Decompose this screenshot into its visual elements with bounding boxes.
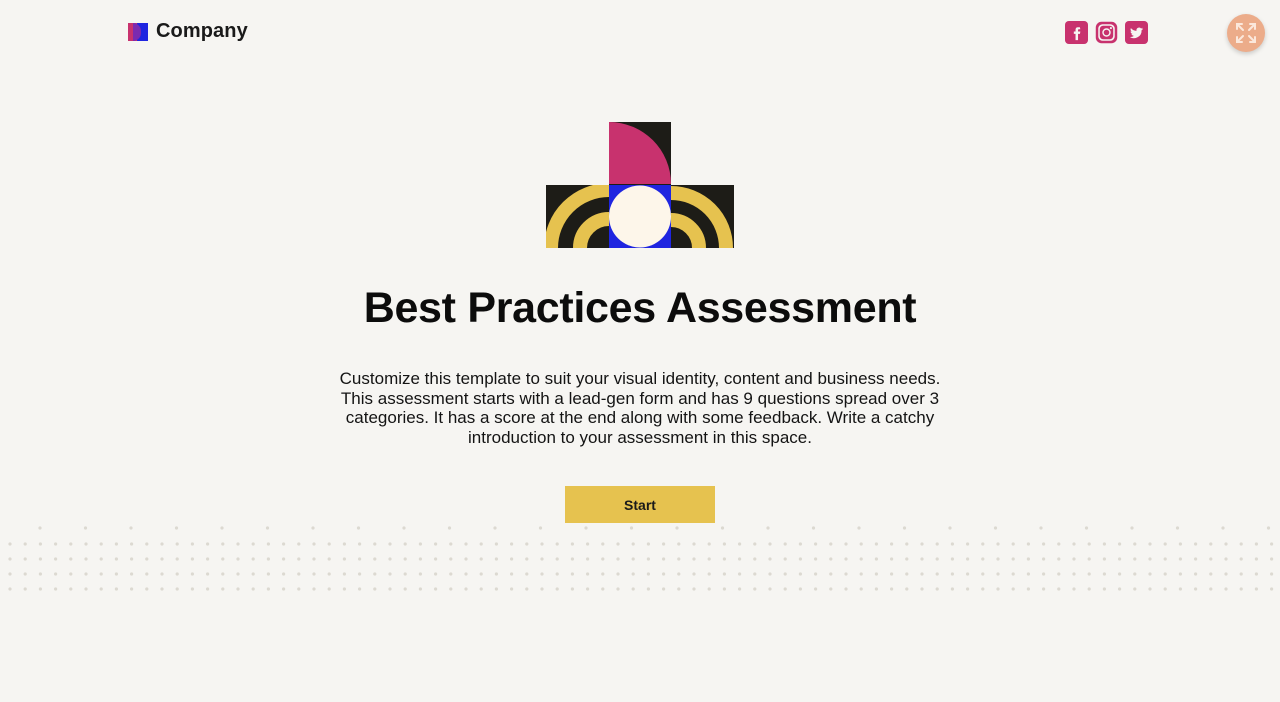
instagram-icon[interactable] <box>1095 21 1118 44</box>
company-logo-icon <box>128 22 148 41</box>
brand[interactable]: Company <box>128 20 248 43</box>
page-title: Best Practices Assessment <box>363 284 917 332</box>
social-links <box>1065 21 1148 44</box>
brand-name: Company <box>156 20 248 42</box>
assessment-landing-page: Company Best Practices Assessment Custom… <box>0 0 1280 702</box>
hero-illustration <box>546 122 734 248</box>
start-button[interactable]: Start <box>565 486 715 523</box>
intro-text: Customize this template to suit your vis… <box>339 369 941 448</box>
facebook-icon[interactable] <box>1065 21 1088 44</box>
fullscreen-button[interactable] <box>1227 14 1265 52</box>
twitter-icon[interactable] <box>1125 21 1148 44</box>
dot-pattern-decoration <box>8 526 1274 591</box>
expand-icon <box>1236 23 1256 43</box>
